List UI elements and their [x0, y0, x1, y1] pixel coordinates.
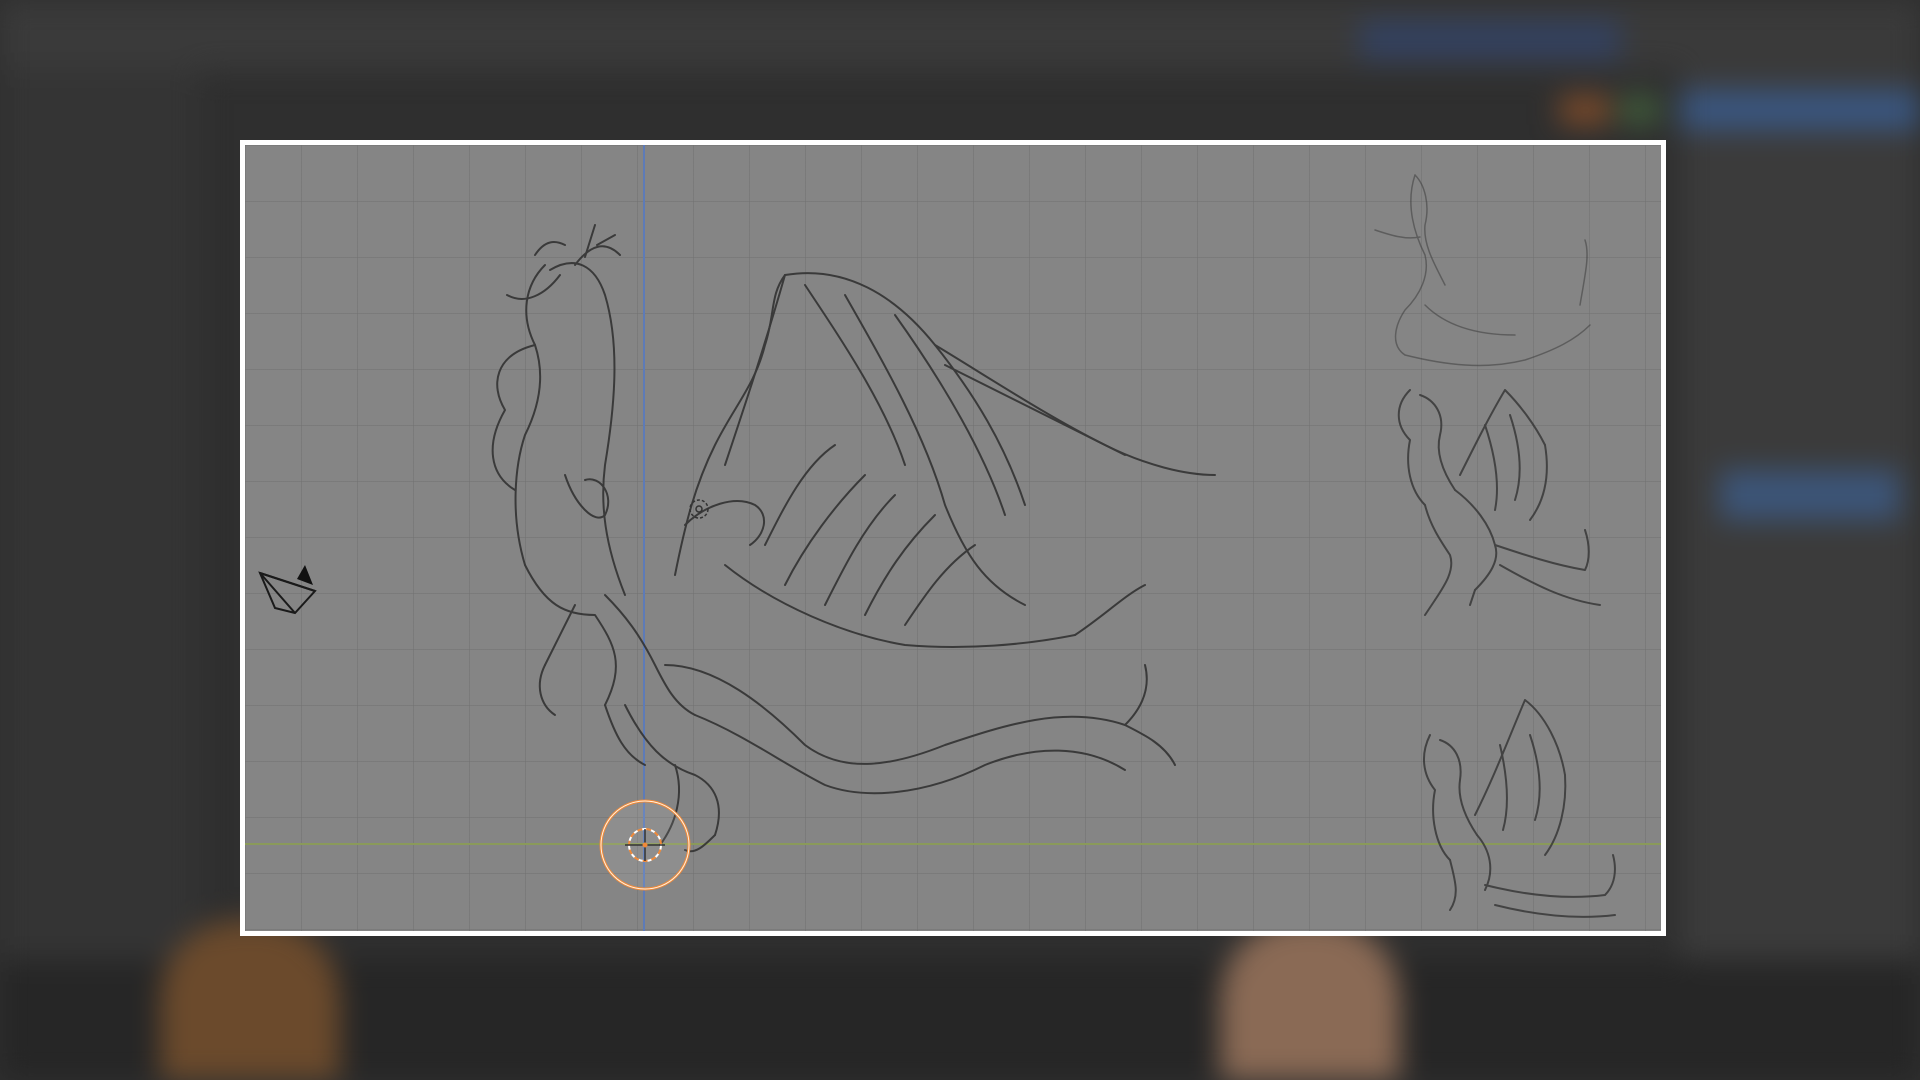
3d-viewport[interactable]: 3D Viewport	[240, 140, 1666, 936]
header-highlight-blurred	[1360, 20, 1620, 60]
grease-pencil-sketch[interactable]	[245, 145, 1661, 931]
camera-icon[interactable]	[255, 563, 325, 619]
active-tab-blurred	[1680, 90, 1920, 130]
origin-gizmo-icon[interactable]	[595, 795, 695, 895]
pivot-point-icon	[689, 499, 709, 519]
webcam-person-right-blurred	[1220, 920, 1400, 1080]
dragon-sketch-main	[491, 224, 1216, 853]
orange-swatch-blurred	[1560, 95, 1610, 125]
selected-item-blurred	[1720, 470, 1900, 520]
dragon-reference-2	[1397, 389, 1601, 616]
green-swatch-blurred	[1620, 95, 1660, 125]
top-toolbar-blurred	[0, 0, 1920, 70]
properties-panel-blurred	[1680, 70, 1920, 970]
left-panel-blurred	[0, 70, 200, 970]
webcam-person-left-blurred	[160, 920, 340, 1080]
dragon-reference-1	[1374, 174, 1591, 367]
dragon-reference-3	[1423, 699, 1616, 918]
